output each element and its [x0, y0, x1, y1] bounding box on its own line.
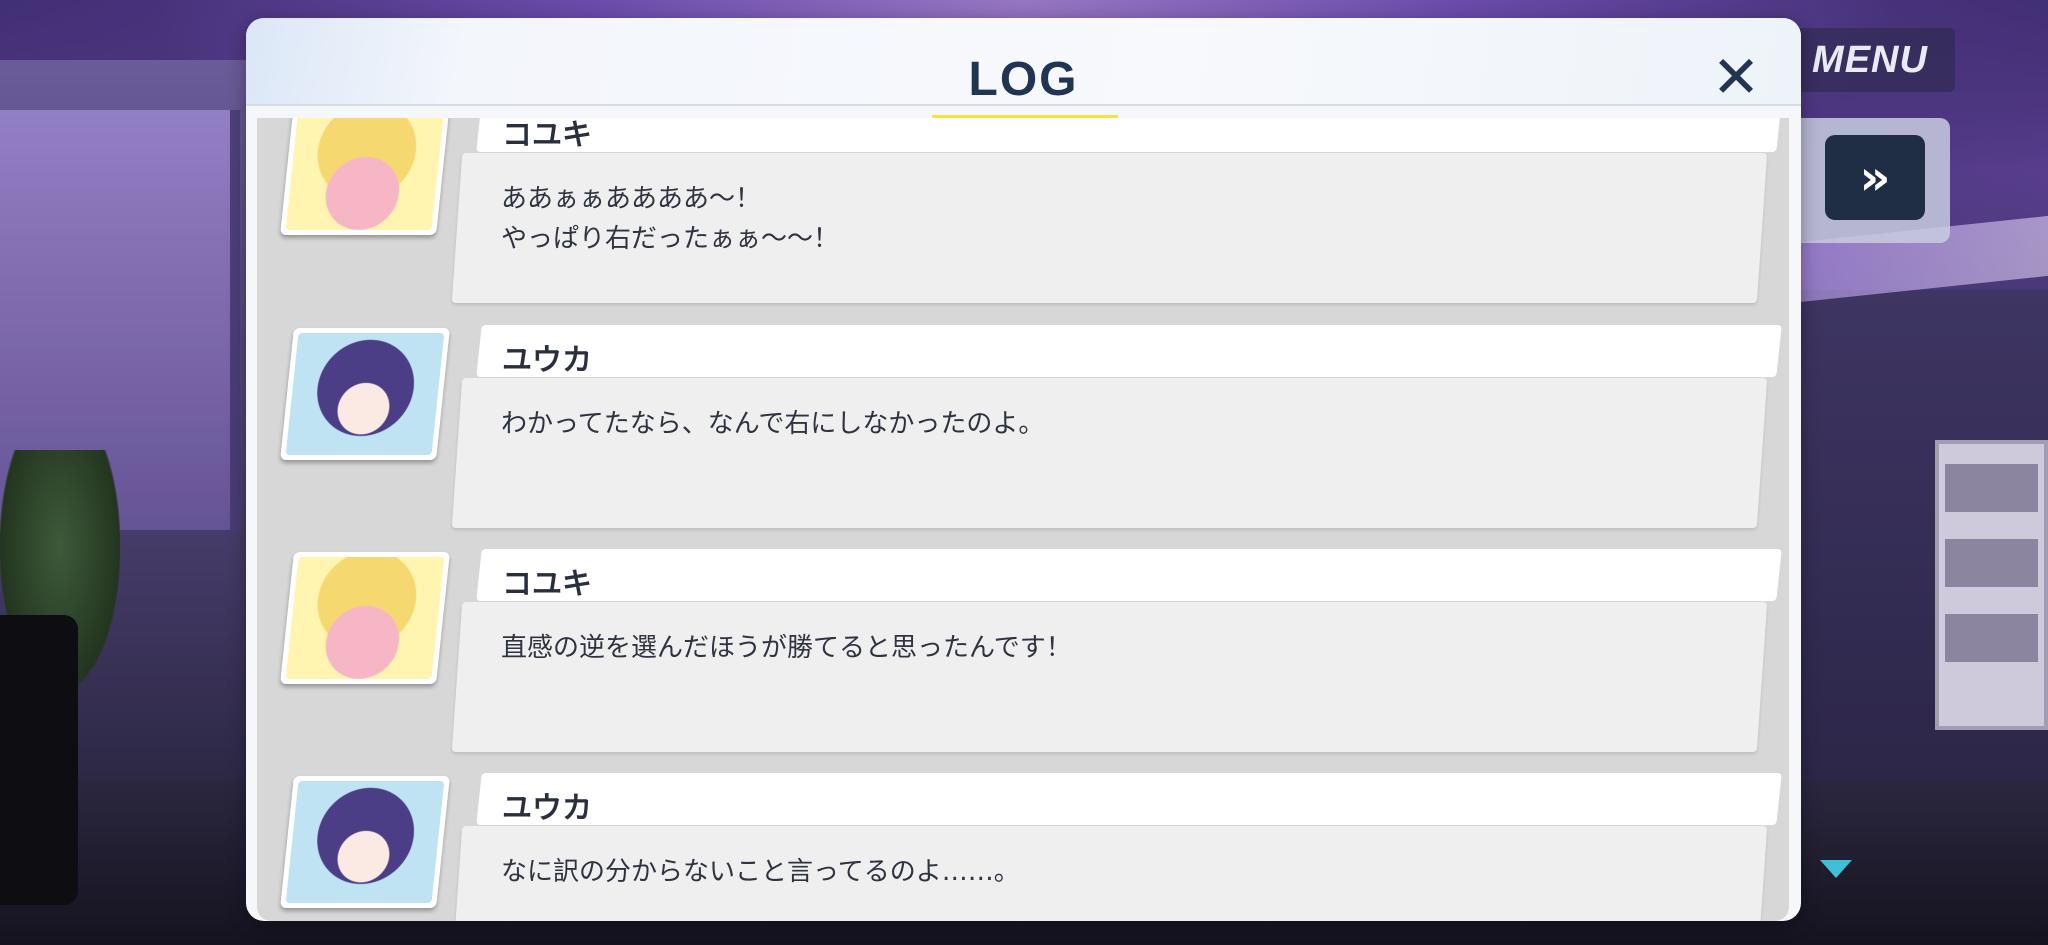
- close-button[interactable]: ✕: [1707, 48, 1765, 106]
- character-portrait-yuuka: [280, 328, 450, 460]
- speaker-bar: [476, 549, 1782, 601]
- log-entry: ユウカ なに訳の分からないこと言ってるのよ……。: [257, 771, 1789, 921]
- log-entry: コユキ ああぁぁああああ～！ やっぱり右だったぁぁ～～！: [257, 118, 1789, 304]
- speaker-bar: [476, 773, 1782, 825]
- chevron-down-icon[interactable]: [1820, 860, 1852, 878]
- speaker-name: ユウカ: [502, 791, 592, 826]
- speaker-bar: [476, 325, 1782, 377]
- log-list[interactable]: コユキ ああぁぁああああ～！ やっぱり右だったぁぁ～～！ ユウカ わかってたなら…: [257, 118, 1789, 921]
- character-portrait-yuuka: [280, 776, 450, 908]
- dialogue-line: わかってたなら、なんで右にしなかったのよ。: [501, 409, 1045, 439]
- dialogue-box: [451, 378, 1768, 528]
- character-portrait-koyuki: [280, 552, 450, 684]
- side-panel: [0, 615, 78, 905]
- log-entry: ユウカ わかってたなら、なんで右にしなかったのよ。: [257, 323, 1789, 529]
- log-dialog: LOG ✕ コユキ ああぁぁああああ～！ やっぱり右だったぁぁ～～！ ユウカ わ…: [246, 18, 1801, 921]
- dialogue-line: 直感の逆を選んだほうが勝てると思ったんです！: [501, 633, 1072, 663]
- speaker-name: コユキ: [502, 567, 592, 602]
- log-entry: コユキ 直感の逆を選んだほうが勝てると思ったんです！: [257, 547, 1789, 753]
- background-bookshelf: [1935, 440, 2048, 730]
- character-portrait-koyuki: [280, 118, 450, 235]
- dialogue-line: ああぁぁああああ～！: [501, 184, 762, 214]
- dialogue-box: [451, 602, 1768, 752]
- log-title: LOG: [968, 53, 1079, 106]
- dialogue-line: やっぱり右だったぁぁ～～！: [501, 224, 840, 254]
- speaker-name: ユウカ: [502, 343, 592, 378]
- speaker-bar: [476, 118, 1782, 152]
- close-icon: ✕: [1711, 43, 1761, 111]
- menu-button[interactable]: MENU: [1785, 28, 1955, 92]
- fast-forward-button[interactable]: »: [1825, 135, 1925, 220]
- speaker-name: コユキ: [502, 118, 592, 153]
- dialogue-line: なに訳の分からないこと言ってるのよ……。: [501, 857, 1020, 887]
- fast-forward-icon: »: [1859, 149, 1891, 206]
